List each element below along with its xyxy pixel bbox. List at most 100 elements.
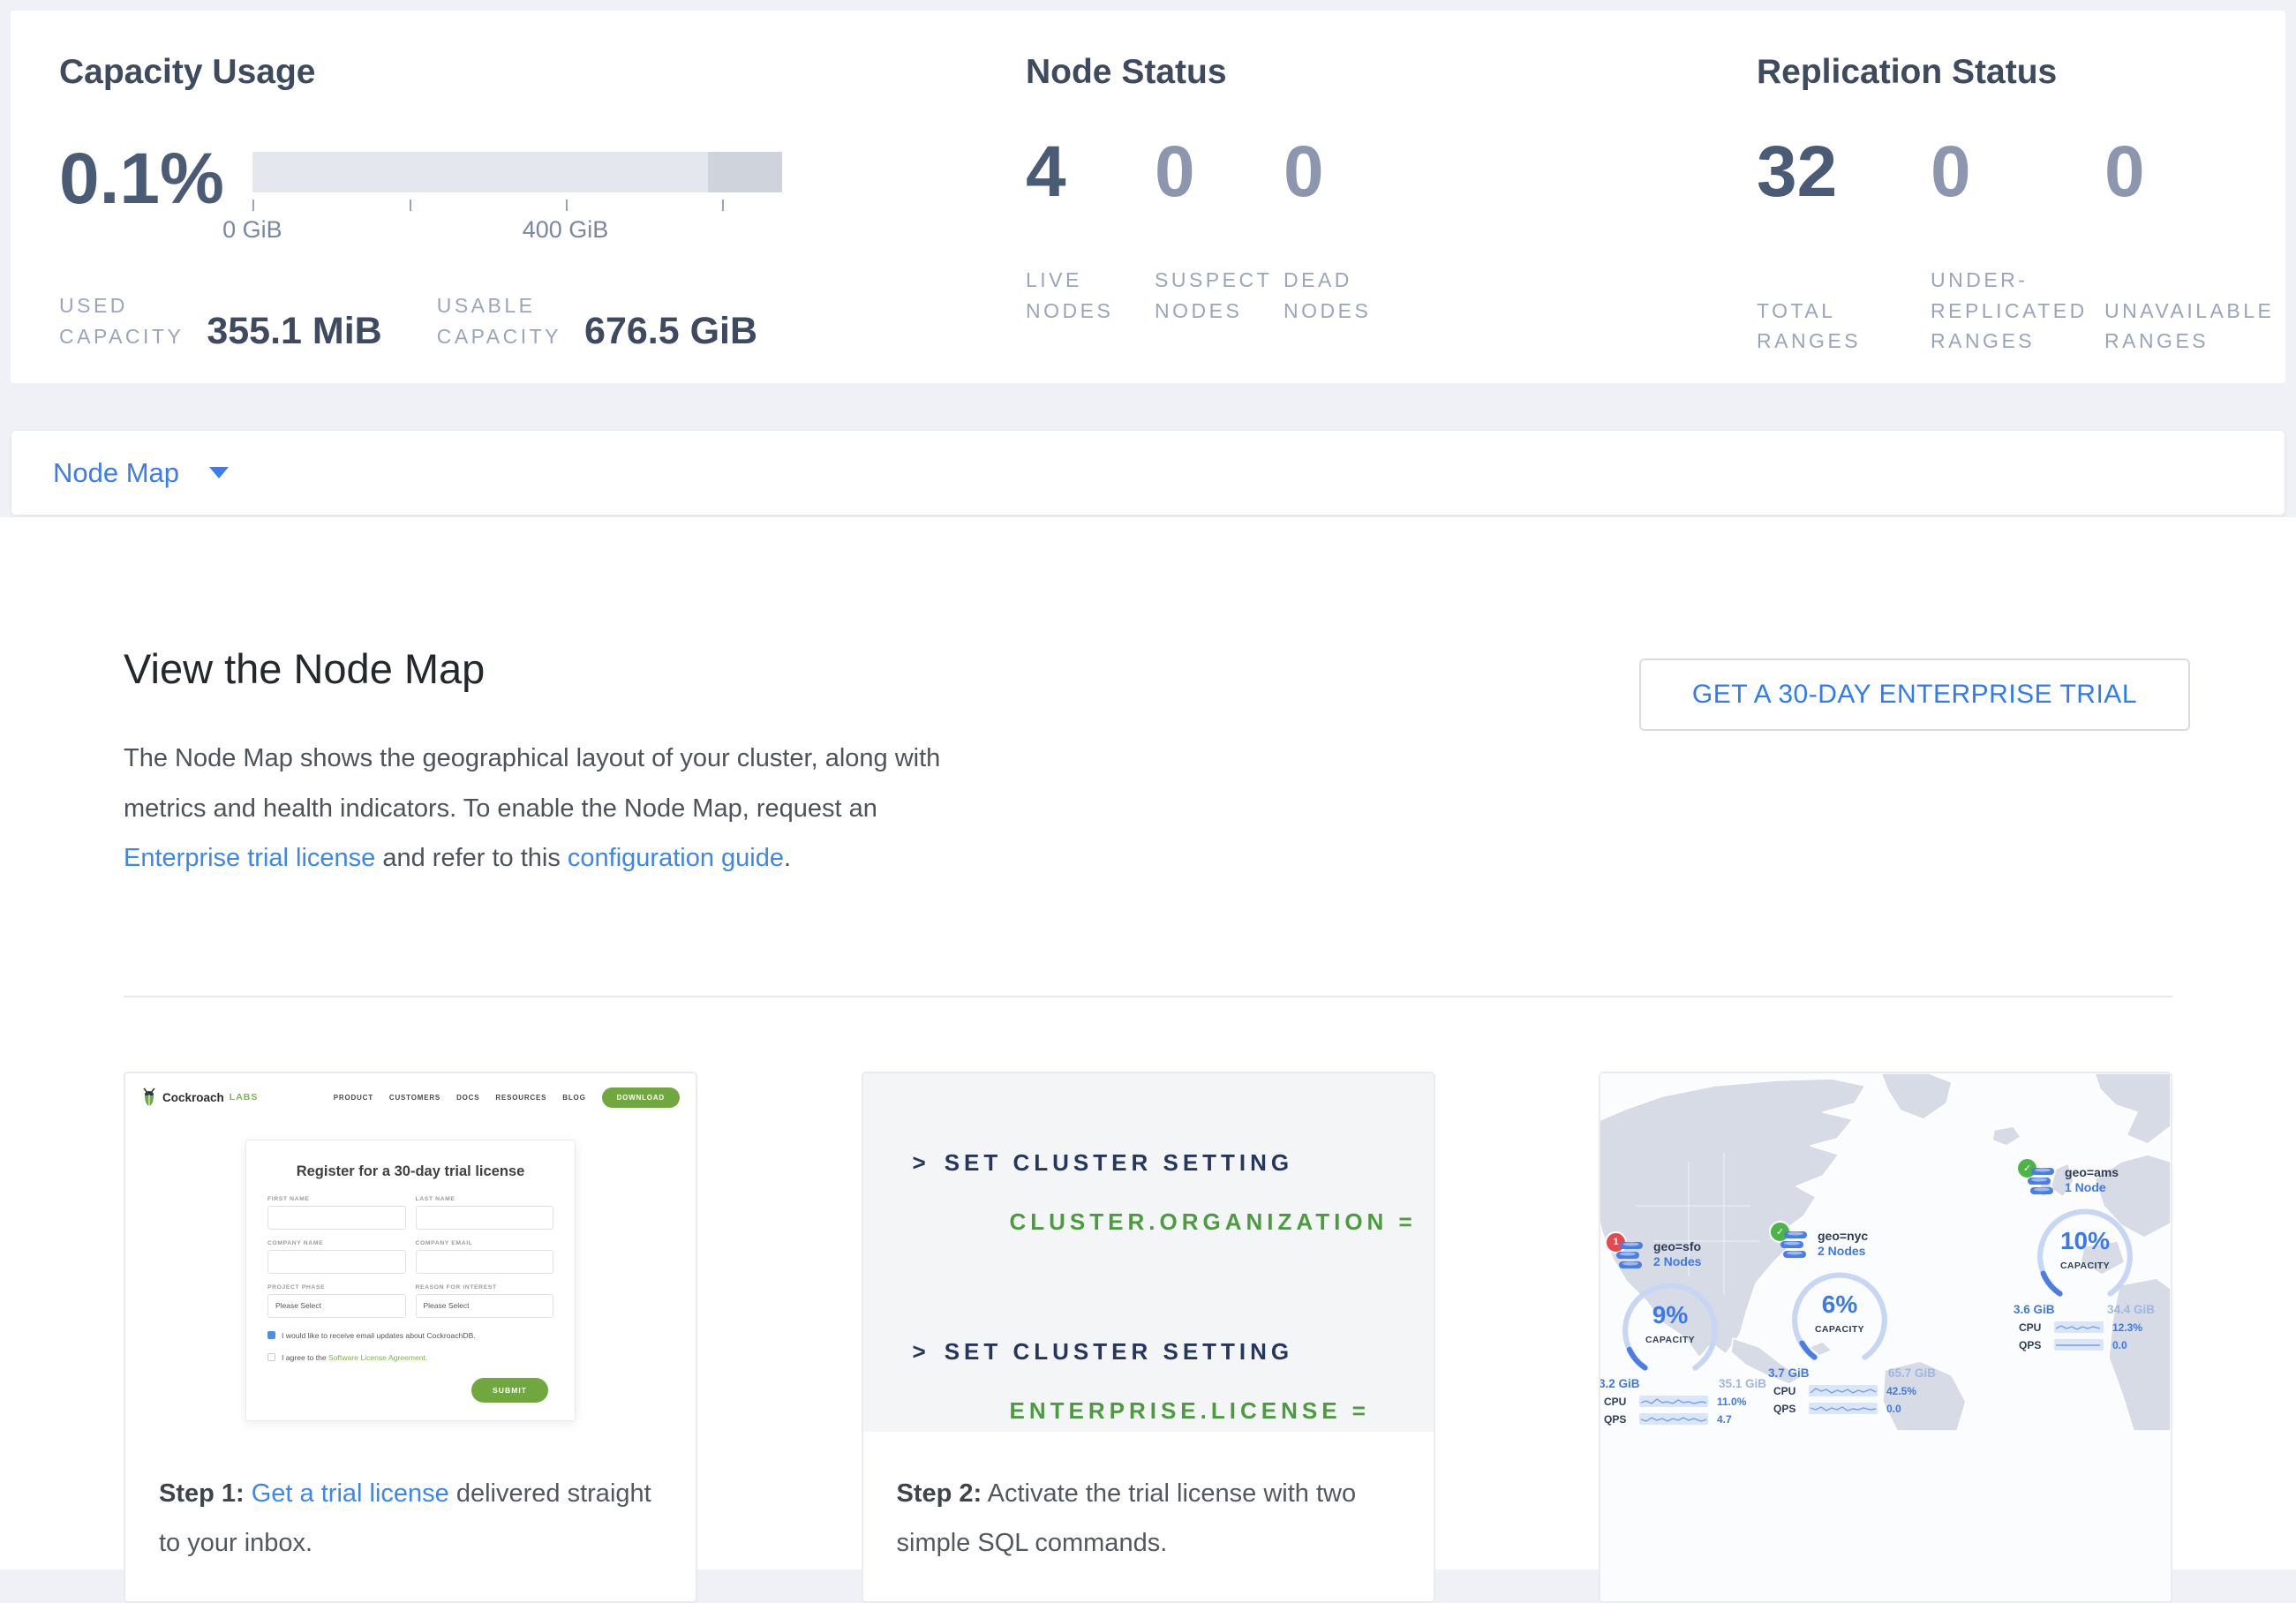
qps-value: 4.7	[1717, 1413, 1732, 1426]
qps-value: 0.0	[1886, 1403, 1901, 1415]
step-1-prefix: Step 1:	[159, 1479, 245, 1508]
caption-text	[245, 1479, 252, 1508]
capacity-bar-chart: 0 GiB 400 GiB	[252, 152, 782, 245]
section-divider	[124, 996, 2172, 997]
capacity-label: CAPACITY	[1773, 1324, 1906, 1335]
license-agreement-checkbox-label: I agree to the Software License Agreemen…	[282, 1353, 427, 1362]
trial-registration-form: Register for a 30-day trial license FIRS…	[245, 1140, 576, 1421]
dead-nodes-count: 0	[1284, 136, 1412, 208]
capacity-gauge: 6% CAPACITY	[1773, 1266, 1906, 1366]
reason-select: Please Select	[416, 1294, 554, 1318]
tick-mark	[722, 199, 724, 211]
live-nodes-count: 4	[1026, 136, 1155, 208]
company-name-input	[267, 1250, 406, 1274]
email-updates-checkbox-label: I would like to receive email updates ab…	[282, 1331, 476, 1340]
replication-status-title: Replication Status	[1757, 53, 2285, 92]
usable-capacity-label: USABLE CAPACITY	[437, 290, 561, 351]
capacity-bar	[252, 152, 782, 192]
cpu-value: 12.3%	[2112, 1321, 2142, 1334]
description-text: The Node Map shows the geographical layo…	[124, 744, 940, 823]
checkbox-unchecked-icon	[267, 1353, 275, 1361]
node-status-section: Node Status 4 0 0 LIVE NODES SUSPECT NOD…	[1026, 53, 1757, 383]
used-capacity-value: 355.1 MiB	[207, 312, 381, 351]
unavailable-label: UNAVAILABLE RANGES	[2104, 296, 2278, 357]
total-ranges-label: TOTAL RANGES	[1757, 296, 1931, 357]
sql-commands-preview: > SET CLUSTER SETTING CLUSTER.ORGANIZATIO…	[863, 1073, 1434, 1432]
under-replicated-count: 0	[1931, 136, 2104, 208]
enterprise-trial-button[interactable]: GET A 30-DAY ENTERPRISE TRIAL	[1639, 659, 2190, 731]
locality-node-count: 2 Nodes	[1818, 1243, 1978, 1259]
live-nodes-label: LIVE NODES	[1026, 265, 1155, 326]
total-ranges-count: 32	[1757, 136, 1931, 208]
node-map-dropdown[interactable]: Node Map	[11, 430, 2285, 516]
step-2-caption: Step 2: Activate the trial license with …	[863, 1432, 1434, 1569]
checkbox-checked-icon	[267, 1331, 275, 1339]
configuration-guide-link[interactable]: configuration guide	[568, 844, 784, 872]
field-label: FIRST NAME	[267, 1196, 406, 1202]
capacity-total: 65.7 GiB	[1888, 1366, 1936, 1380]
bug-icon	[141, 1087, 157, 1107]
step-2-prefix: Step 2:	[897, 1479, 982, 1508]
capacity-used: 3.7 GiB	[1768, 1366, 1810, 1380]
first-name-input	[267, 1206, 406, 1230]
form-title: Register for a 30-day trial license	[267, 1163, 553, 1180]
capacity-percent: 10%	[2019, 1227, 2151, 1255]
replication-status-section: Replication Status 32 0 0 TOTAL RANGES U…	[1757, 53, 2285, 383]
qps-label: QPS	[2019, 1339, 2051, 1351]
sql-command: SET CLUSTER SETTING	[945, 1149, 1293, 1176]
field-label: PROJECT PHASE	[267, 1284, 406, 1291]
sql-setting-organization: CLUSTER.ORGANIZATION =	[1010, 1208, 1434, 1236]
capacity-usage-title: Capacity Usage	[59, 53, 1026, 92]
step-1-card: Cockroach LABS PRODUCT CUSTOMERS DOCS RE…	[124, 1072, 697, 1603]
usable-capacity-value: 676.5 GiB	[584, 312, 757, 351]
locality-node-count: 1 Node	[2065, 1179, 2171, 1195]
capacity-percent: 0.1%	[59, 143, 224, 215]
capacity-percent: 6%	[1773, 1291, 1906, 1319]
enterprise-trial-license-link[interactable]: Enterprise trial license	[124, 844, 375, 872]
node-map-placeholder-section: View the Node Map The Node Map shows the…	[0, 517, 2296, 1569]
submit-button: SUBMIT	[471, 1378, 548, 1403]
cockroach-labs-logo: Cockroach LABS	[141, 1087, 258, 1107]
trial-license-site-preview: Cockroach LABS PRODUCT CUSTOMERS DOCS RE…	[125, 1073, 696, 1432]
capacity-gauge: 9% CAPACITY	[1604, 1276, 1736, 1377]
field-label: COMPANY EMAIL	[416, 1240, 554, 1246]
tick-mark	[410, 199, 411, 211]
tick-label-400gib: 400 GiB	[523, 216, 609, 244]
suspect-nodes-count: 0	[1155, 136, 1284, 208]
tick-label-0gib: 0 GiB	[222, 216, 282, 244]
tick-mark	[566, 199, 568, 211]
company-email-input	[416, 1250, 554, 1274]
nav-item: PRODUCT	[334, 1094, 373, 1102]
db-stack-icon	[1779, 1230, 1809, 1261]
under-replicated-label: UNDER- REPLICATED RANGES	[1931, 265, 2104, 357]
page-title: View the Node Map	[124, 644, 967, 693]
unavailable-count: 0	[2104, 136, 2278, 208]
logo-suffix: LABS	[230, 1092, 259, 1103]
project-phase-select: Please Select	[267, 1294, 406, 1318]
cpu-sparkline	[1809, 1385, 1878, 1396]
field-label: LAST NAME	[416, 1196, 554, 1202]
field-label: COMPANY NAME	[267, 1240, 406, 1246]
qps-value: 0.0	[2112, 1339, 2127, 1351]
prompt-icon: >	[913, 1149, 930, 1176]
nav-item: CUSTOMERS	[389, 1094, 440, 1102]
cpu-value: 42.5%	[1886, 1385, 1916, 1397]
field-label: REASON FOR INTEREST	[416, 1284, 554, 1291]
node-map-preview: 1 geo=sfo 2 Nodes 9%	[1600, 1073, 2171, 1601]
minisite-nav: PRODUCT CUSTOMERS DOCS RESOURCES BLOG DO…	[334, 1087, 680, 1108]
cpu-sparkline	[1639, 1396, 1708, 1407]
cpu-value: 11.0%	[1717, 1396, 1746, 1408]
capacity-label: CAPACITY	[2019, 1261, 2151, 1271]
nav-item: RESOURCES	[495, 1094, 546, 1102]
last-name-input	[416, 1206, 554, 1230]
qps-label: QPS	[1604, 1413, 1636, 1426]
sql-command: SET CLUSTER SETTING	[945, 1338, 1293, 1365]
capacity-label: CAPACITY	[1604, 1335, 1736, 1345]
cpu-sparkline	[2054, 1321, 2104, 1333]
capacity-gauge: 10% CAPACITY	[2019, 1202, 2151, 1303]
qps-sparkline	[1639, 1413, 1708, 1425]
intro-block: View the Node Map The Node Map shows the…	[124, 644, 967, 909]
description-text: and refer to this	[375, 844, 568, 872]
get-trial-license-link[interactable]: Get a trial license	[252, 1479, 449, 1508]
step-1-caption: Step 1: Get a trial license delivered st…	[125, 1432, 696, 1569]
